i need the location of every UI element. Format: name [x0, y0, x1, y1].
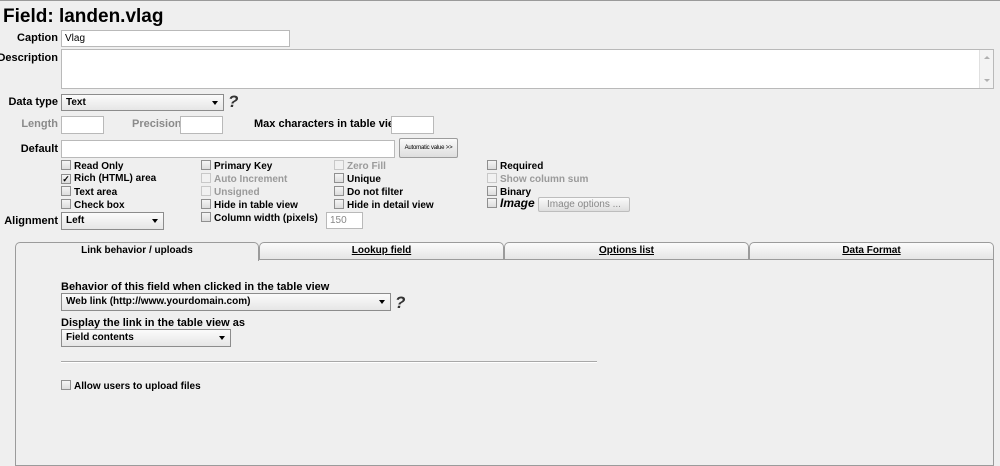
unsigned-checkbox[interactable]: Unsigned [201, 186, 260, 198]
alignment-value: Left [66, 215, 85, 226]
chevron-down-icon [152, 219, 158, 223]
checkbox-label: Do not filter [347, 187, 404, 198]
checkbox-label: Column width (pixels) [214, 213, 318, 224]
checkbox-box[interactable] [487, 198, 497, 208]
checkbox-box[interactable] [61, 160, 71, 170]
checkbox-label: Allow users to upload files [74, 381, 201, 392]
caption-input[interactable]: Vlag [61, 30, 290, 47]
checkbox-label: Zero Fill [347, 161, 386, 172]
checkbox-label: Hide in detail view [347, 200, 434, 211]
read-only-checkbox[interactable]: Read Only [61, 160, 123, 172]
checkbox-label: Auto Increment [214, 174, 288, 185]
checkbox-box[interactable] [334, 199, 344, 209]
checkbox-box[interactable] [334, 186, 344, 196]
max-chars-input[interactable] [391, 116, 434, 134]
help-icon[interactable]: ? [395, 294, 405, 311]
text-area-checkbox[interactable]: Text area [61, 186, 117, 198]
checkbox-box[interactable] [201, 160, 211, 170]
zero-fill-checkbox[interactable]: Zero Fill [334, 160, 386, 172]
chevron-down-icon [379, 300, 385, 304]
checkbox-label: Hide in table view [214, 200, 298, 211]
checkbox-box[interactable] [201, 212, 211, 222]
scroll-down-icon[interactable] [984, 79, 990, 82]
image-options-button[interactable]: Image options ... [538, 197, 630, 212]
alignment-label: Alignment [4, 215, 58, 227]
checkbox-label: Show column sum [500, 174, 589, 185]
checkbox-label: Unsigned [214, 187, 260, 198]
description-scrollbar[interactable] [979, 50, 993, 88]
scroll-up-icon[interactable] [984, 56, 990, 59]
checkbox-label: Unique [347, 174, 381, 185]
checkbox-box[interactable] [61, 186, 71, 196]
precision-label: Precision [132, 118, 182, 130]
hide-in-table-checkbox[interactable]: Hide in table view [201, 199, 298, 211]
checkbox-label: Rich (HTML) area [74, 173, 157, 184]
column-width-checkbox[interactable]: Column width (pixels) [201, 212, 318, 224]
tab-lookup-field[interactable]: Lookup field [259, 242, 504, 260]
behavior-label: Behavior of this field when clicked in t… [61, 281, 330, 293]
display-value: Field contents [66, 332, 134, 343]
tab-label: Data Format [842, 245, 901, 256]
checkbox-box[interactable] [487, 160, 497, 170]
checkbox-box[interactable] [61, 199, 71, 209]
help-icon[interactable]: ? [228, 93, 238, 110]
alignment-select[interactable]: Left [61, 212, 164, 230]
max-chars-label: Max characters in table view [254, 118, 403, 130]
rich-html-checkbox[interactable]: ✓ Rich (HTML) area [61, 173, 156, 184]
tab-data-format[interactable]: Data Format [749, 242, 994, 260]
chevron-down-icon [219, 336, 225, 340]
do-not-filter-checkbox[interactable]: Do not filter [334, 186, 403, 198]
tab-link-behavior[interactable]: Link behavior / uploads [15, 242, 259, 261]
divider [61, 361, 597, 363]
checkbox-box[interactable] [61, 380, 71, 390]
checkbox-box[interactable] [487, 173, 497, 183]
auto-increment-checkbox[interactable]: Auto Increment [201, 173, 287, 185]
page-title: Field: landen.vlag [3, 6, 164, 27]
show-column-sum-checkbox[interactable]: Show column sum [487, 173, 588, 185]
checkbox-box[interactable] [201, 173, 211, 183]
tab-options-list[interactable]: Options list [504, 242, 749, 260]
checkbox-label: Primary Key [214, 161, 273, 172]
required-checkbox[interactable]: Required [487, 160, 543, 172]
hide-in-detail-checkbox[interactable]: Hide in detail view [334, 199, 434, 211]
checkbox-box[interactable] [201, 186, 211, 196]
display-select[interactable]: Field contents [61, 329, 231, 347]
checkbox-label: Image [500, 196, 535, 210]
tab-label: Lookup field [351, 245, 412, 256]
description-label: Description [0, 52, 58, 64]
checkbox-box[interactable] [487, 186, 497, 196]
caption-label: Caption [17, 32, 58, 44]
image-checkbox[interactable]: Image [487, 196, 535, 210]
checkbox-label: Read Only [74, 161, 124, 172]
checkbox-box[interactable] [201, 199, 211, 209]
checkbox-label: Text area [74, 187, 118, 198]
length-label: Length [21, 118, 58, 130]
data-type-select[interactable]: Text [61, 94, 224, 111]
allow-upload-checkbox[interactable]: Allow users to upload files [61, 380, 201, 392]
checkbox-label: Required [500, 161, 544, 172]
checkbox-box[interactable] [334, 160, 344, 170]
checkmark-icon[interactable]: ✓ [61, 174, 71, 184]
default-input[interactable] [61, 140, 395, 158]
description-textarea[interactable] [61, 49, 994, 89]
automatic-value-button[interactable]: Automatic value >> [399, 138, 458, 158]
display-label: Display the link in the table view as [61, 317, 246, 329]
checkbox-box[interactable] [334, 173, 344, 183]
primary-key-checkbox[interactable]: Primary Key [201, 160, 272, 172]
behavior-value: Web link (http://www.yourdomain.com) [66, 296, 251, 307]
checkbox-label: Check box [74, 200, 125, 211]
data-type-value: Text [66, 97, 86, 108]
data-type-label: Data type [8, 96, 58, 108]
length-input[interactable] [61, 116, 104, 134]
chevron-down-icon [212, 101, 218, 105]
unique-checkbox[interactable]: Unique [334, 173, 381, 185]
check-box-checkbox[interactable]: Check box [61, 199, 125, 211]
column-width-input[interactable]: 150 [326, 212, 363, 229]
default-label: Default [20, 143, 58, 155]
behavior-select[interactable]: Web link (http://www.yourdomain.com) [61, 293, 391, 311]
tab-label: Options list [599, 245, 654, 256]
precision-input[interactable] [180, 116, 223, 134]
